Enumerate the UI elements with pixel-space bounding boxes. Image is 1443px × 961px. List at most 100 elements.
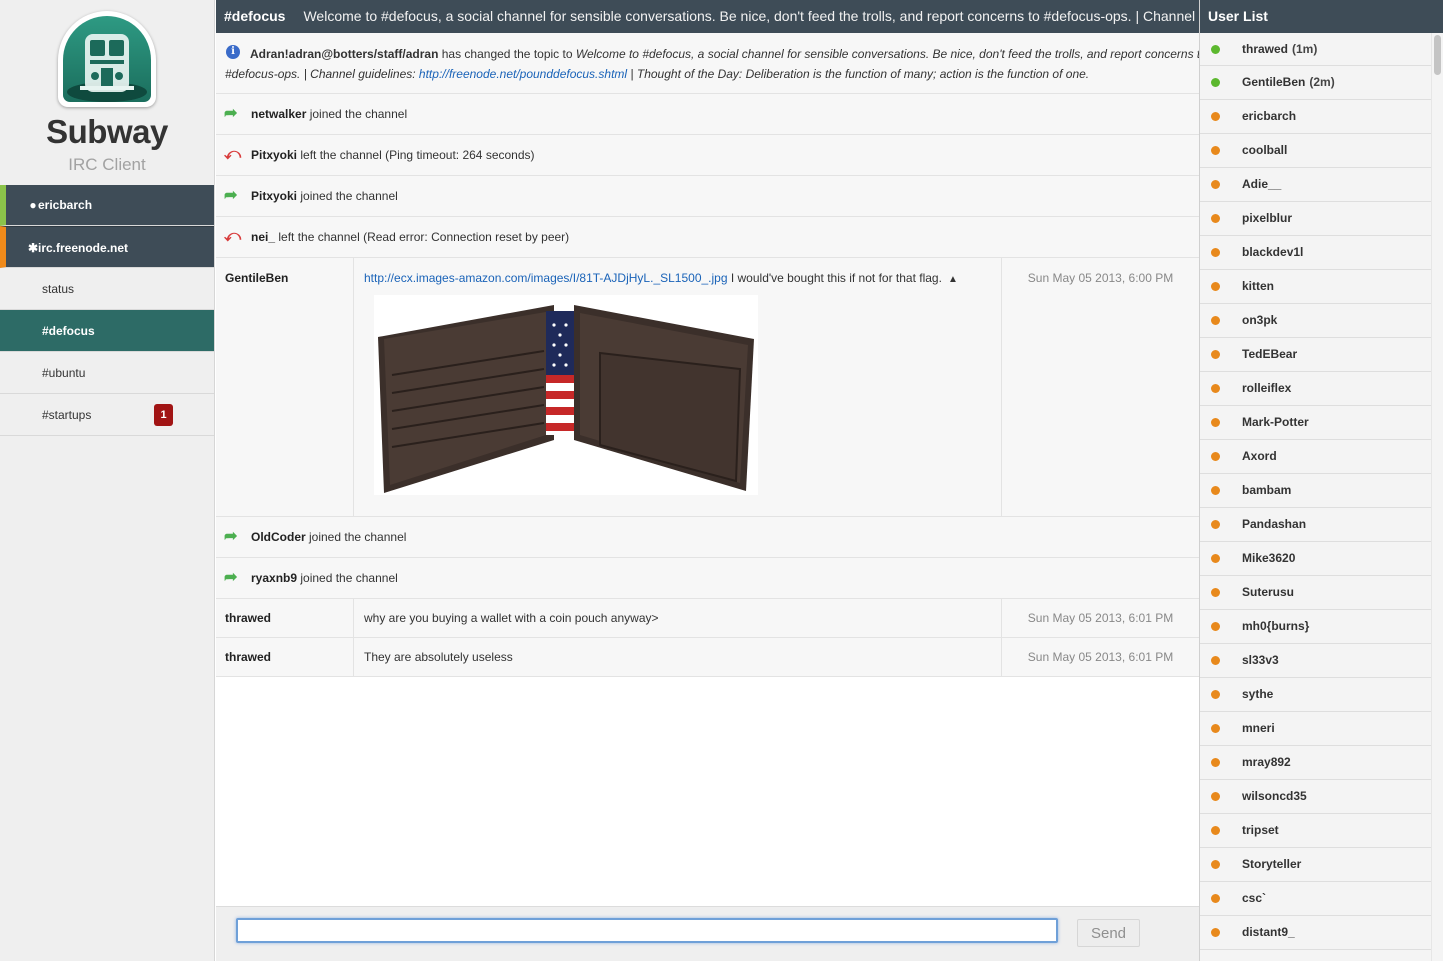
sidebar-server[interactable]: ✱ irc.freenode.net [0,226,214,268]
status-dot-icon [1211,792,1220,801]
user-list-item[interactable]: blackdev1l [1200,236,1431,270]
user-list-item[interactable]: thrawed (1m) [1200,33,1431,66]
user-list-item[interactable]: coolball [1200,134,1431,168]
topic-line-1: Adran!adran@botters/staff/adran has chan… [250,44,1199,64]
user-list-item[interactable]: kitten [1200,270,1431,304]
user-list-item[interactable]: csc` [1200,882,1431,916]
collapse-caret-icon[interactable]: ▲ [948,274,958,285]
message-timestamp: Sun May 05 2013, 6:01 PM [1027,650,1174,664]
status-dot-icon [1211,112,1220,121]
status-dot-icon [1211,418,1220,427]
sidebar-item-startups[interactable]: #startups 1 [0,394,214,436]
status-dot-icon [1211,384,1220,393]
user-name: ericbarch [1242,109,1297,123]
chat-message: thrawed why are you buying a wallet with… [216,599,1199,638]
scrollbar-thumb[interactable] [1434,35,1441,75]
sidebar-item-label: status [42,282,75,296]
user-name: Axord [1242,449,1277,463]
user-list-item[interactable]: rolleiflex [1200,372,1431,406]
status-dot-icon [1211,486,1220,495]
user-list-item[interactable]: mh0{burns} [1200,610,1431,644]
topic-link[interactable]: http://freenode.net/pounddefocus.shtml [419,67,627,81]
join-arrow-icon: ➦ [224,528,238,545]
sidebar-item-status[interactable]: status [0,268,214,310]
topic-text-2: #defocus-ops. | Channel guidelines: [225,67,419,81]
user-name: csc` [1242,891,1267,905]
event-nick[interactable]: OldCoder [251,530,306,544]
user-list-item[interactable]: tripset [1200,814,1431,848]
user-list-item[interactable]: wilsoncd35 [1200,780,1431,814]
user-list-item[interactable]: distant9_ [1200,916,1431,950]
join-event: ➦ ryaxnb9 joined the channel [216,558,1199,599]
user-name: rolleiflex [1242,381,1292,395]
logo-area: Subway IRC Client [0,0,214,185]
sidebar-item-defocus[interactable]: #defocus [0,310,214,352]
status-dot-icon [1211,894,1220,903]
status-dot-icon [1211,316,1220,325]
user-list-item[interactable]: mray892 [1200,746,1431,780]
user-list-item[interactable]: sythe [1200,678,1431,712]
event-nick[interactable]: nei_ [251,230,275,244]
user-list-item[interactable]: ericbarch [1200,100,1431,134]
user-name: wilsoncd35 [1242,789,1307,803]
message-nick[interactable]: thrawed [216,638,354,676]
part-event: ⤺ Pitxyoki left the channel (Ping timeou… [216,135,1199,176]
user-list-item[interactable]: bambam [1200,474,1431,508]
status-dot-icon [1211,520,1220,529]
user-list-item[interactable]: Adie__ [1200,168,1431,202]
status-dot-icon [1211,214,1220,223]
image-link[interactable]: http://ecx.images-amazon.com/images/I/81… [364,271,728,285]
message-timestamp: Sun May 05 2013, 6:01 PM [1027,611,1174,625]
sidebar-user[interactable]: ● ericbarch [0,185,214,226]
event-nick[interactable]: Pitxyoki [251,189,297,203]
sidebar-item-ubuntu[interactable]: #ubuntu [0,352,214,394]
message-nick[interactable]: GentileBen [216,258,354,516]
user-name: sythe [1242,687,1274,701]
channel-topic: Welcome to #defocus, a social channel fo… [303,8,1199,24]
status-dot-icon [1211,622,1220,631]
user-name: blackdev1l [1242,245,1304,259]
user-list-item[interactable]: mneri [1200,712,1431,746]
leave-arrow-icon: ⤺ [224,228,242,245]
message-list[interactable]: i Adran!adran@botters/staff/adran has ch… [216,33,1199,906]
gear-icon: ✱ [27,241,39,255]
message-input[interactable] [236,918,1058,943]
user-name: Suterusu [1242,585,1295,599]
user-list-item[interactable]: Pandashan [1200,508,1431,542]
message-nick[interactable]: thrawed [216,599,354,637]
user-list-item[interactable]: TedEBear [1200,338,1431,372]
user-name: Pandashan [1242,517,1307,531]
user-list-item[interactable]: Suterusu [1200,576,1431,610]
user-list-item[interactable]: Mike3620 [1200,542,1431,576]
user-list-item[interactable]: sl33v3 [1200,644,1431,678]
join-event: ➦ Pitxyoki joined the channel [216,176,1199,217]
event-nick[interactable]: Pitxyoki [251,148,297,162]
event-text: left the channel (Ping timeout: 264 seco… [297,148,535,162]
user-name: mray892 [1242,755,1291,769]
user-list-item[interactable]: on3pk [1200,304,1431,338]
event-nick[interactable]: netwalker [251,107,306,121]
user-list-item[interactable]: GentileBen (2m) [1200,66,1431,100]
user-list-title: User List [1200,0,1443,33]
user-name: bambam [1242,483,1292,497]
user-list-item[interactable]: pixelblur [1200,202,1431,236]
user-name: GentileBen [1242,75,1306,89]
status-dot-icon [1211,180,1220,189]
user-list-panel: User List thrawed (1m) GentileBen (2m) ericb… [1199,0,1443,961]
status-dot-icon [1211,690,1220,699]
sidebar-user-label: ericbarch [38,198,93,212]
send-button[interactable]: Send [1077,919,1140,947]
leave-arrow-icon: ⤺ [224,146,242,163]
user-list-item[interactable]: Mark-Potter [1200,406,1431,440]
message-timestamp: Sun May 05 2013, 6:00 PM [1027,271,1174,285]
user-idle-time: (2m) [1309,75,1335,89]
user-list-item[interactable]: Axord [1200,440,1431,474]
message-text: why are you buying a wallet with a coin … [354,599,1002,637]
channel-header: #defocus Welcome to #defocus, a social ch… [216,0,1199,33]
event-nick[interactable]: ryaxnb9 [251,571,297,585]
topic-change-message: i Adran!adran@botters/staff/adran has ch… [216,33,1199,94]
user-list-scrollbar[interactable] [1431,33,1443,961]
user-name: tripset [1242,823,1279,837]
user-list-item[interactable]: Storyteller [1200,848,1431,882]
user-idle-time: (1m) [1292,42,1318,56]
